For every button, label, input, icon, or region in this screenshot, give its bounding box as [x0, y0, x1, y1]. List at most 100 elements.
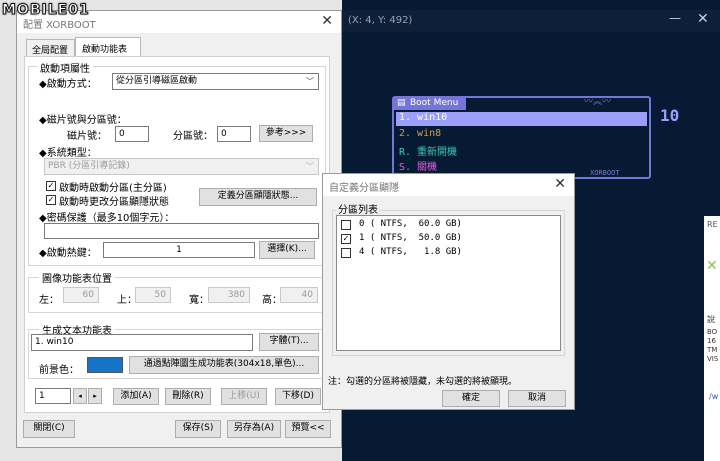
increment-icon[interactable]: ▸: [88, 388, 102, 404]
fragment-text-3: BO 16 TM VIS: [707, 328, 719, 363]
mobile01-logo-text: MOBILE01: [2, 2, 90, 19]
index-input[interactable]: 1: [35, 388, 71, 404]
partition-dialog-title: 自定義分區顯隱: [329, 183, 399, 194]
disk-number-value: 0: [119, 129, 125, 139]
save-button[interactable]: 保存(S): [175, 420, 221, 438]
password-input[interactable]: [44, 223, 319, 239]
tab-boot-menu-label: 啟動功能表: [82, 45, 128, 55]
minimize-icon[interactable]: —: [669, 11, 681, 25]
wave-decoration-icon: 〰︽〰: [584, 97, 612, 107]
decrement-icon[interactable]: ◂: [73, 388, 87, 404]
hotkey-value: 1: [176, 245, 182, 255]
disk-number-input[interactable]: 0: [115, 126, 149, 142]
disk-partition-label: ◆磁片號與分區號：: [39, 115, 127, 126]
disk-number-label: 磁片號：: [67, 131, 107, 142]
width-input[interactable]: 380: [208, 287, 250, 303]
menu-text-value: 1. win10: [35, 337, 74, 347]
hotkey-label: ◆啟動熱鍵：: [39, 248, 97, 259]
change-visibility-label: 啟動時更改分區顯隱狀態: [59, 197, 169, 208]
cancel-button[interactable]: 取消: [508, 390, 566, 407]
reference-button[interactable]: 參考>>>: [259, 125, 313, 142]
index-value: 1: [39, 391, 45, 401]
boot-item-4-label[interactable]: S. 關機: [399, 158, 437, 173]
list-item[interactable]: ✓ 1 ( NTFS, 50.0 GB): [341, 233, 551, 246]
boot-attributes-title: 啟動項屬性: [37, 60, 93, 75]
font-button[interactable]: 字體(T)...: [259, 333, 319, 351]
boot-menu-title: Boot Menu: [410, 98, 459, 108]
boot-item-1[interactable]: 1. win10: [396, 112, 647, 126]
boot-method-select[interactable]: 從分區引導磁區啟動 ﹀: [112, 73, 319, 90]
password-label: ◆密碼保護（最多10個字元）：: [39, 213, 175, 224]
select-hotkey-button[interactable]: 選擇(K)...: [259, 241, 315, 259]
partition-0-label: 0 ( NTFS, 60.0 GB): [359, 219, 462, 229]
activate-partition-checkbox[interactable]: ✓: [46, 181, 56, 191]
partition-1-label: 1 ( NTFS, 50.0 GB): [359, 233, 462, 243]
menu-text-input[interactable]: 1. win10: [31, 334, 253, 351]
system-type-select[interactable]: PBR (分區引導記錄) ﹀: [44, 158, 319, 175]
move-up-button[interactable]: 上移(U): [221, 388, 267, 405]
list-item[interactable]: 4 ( NTFS, 1.8 GB): [341, 247, 551, 260]
partition-number-label: 分區號：: [173, 131, 213, 142]
delete-button[interactable]: 刪除(R): [165, 388, 211, 405]
partition-0-checkbox[interactable]: [341, 220, 351, 230]
close-button[interactable]: 關閉(C): [23, 420, 75, 438]
define-visibility-button[interactable]: 定義分區顯隱狀態...: [199, 188, 317, 206]
tab-global-config[interactable]: 全局配置: [26, 39, 75, 56]
partition-list[interactable]: 0 ( NTFS, 60.0 GB) ✓ 1 ( NTFS, 50.0 GB) …: [336, 215, 561, 351]
system-type-label: ◆系統類型：: [39, 148, 97, 159]
ok-button[interactable]: 確定: [442, 390, 500, 407]
mobile01-logo: MOBILE01: [0, 0, 128, 20]
move-down-button[interactable]: 下移(D): [275, 388, 321, 405]
menu-book-icon: ▤: [397, 98, 406, 108]
list-item[interactable]: 0 ( NTFS, 60.0 GB): [341, 219, 551, 232]
generate-bitmap-menu-button[interactable]: 通過點陣圖生成功能表(304x18,單色)...: [129, 356, 319, 374]
height-value: 40: [301, 290, 313, 300]
system-type-value: PBR (分區引導記錄): [48, 161, 130, 171]
boot-menu-header: ▤ Boot Menu: [394, 98, 466, 110]
partition-2-checkbox[interactable]: [341, 248, 351, 258]
fragment-text-2: 說: [707, 315, 715, 324]
image-position-title: 圖像功能表位置: [39, 270, 115, 285]
coordinate-readout: (X: 4, Y: 492): [348, 15, 413, 26]
close-icon[interactable]: ✕: [554, 176, 566, 192]
x-logo-icon: ✕: [706, 258, 718, 274]
boot-item-2-label[interactable]: 2. win8: [399, 128, 441, 139]
preview-titlebar: (X: 4, Y: 492) — ✕: [342, 10, 720, 32]
foreground-color-swatch[interactable]: [87, 357, 123, 373]
close-icon[interactable]: ✕: [697, 11, 709, 27]
left-label: 左：: [39, 295, 59, 306]
partition-note: 注：勾選的分區將被隱藏，未勾選的將被顯現。: [328, 377, 518, 387]
left-value: 60: [82, 290, 94, 300]
tab-global-config-label: 全局配置: [32, 46, 69, 56]
top-value: 50: [154, 290, 166, 300]
tab-boot-menu[interactable]: 啟動功能表: [75, 37, 141, 57]
height-input[interactable]: 40: [280, 287, 318, 303]
boot-menu-panel: ▤ Boot Menu 〰︽〰 1. win10 2. win8 R. 重新開機…: [392, 96, 651, 179]
boot-item-3-label[interactable]: R. 重新開機: [399, 143, 457, 158]
add-button[interactable]: 添加(A): [113, 388, 159, 405]
close-icon[interactable]: ✕: [321, 13, 333, 29]
preview-button[interactable]: 預覽<<: [285, 420, 331, 438]
config-window: 配置 XORBOOT ✕ 全局配置 啟動功能表 啟動項屬性 ◆啟動方式： 從分區…: [16, 10, 342, 448]
chevron-down-icon: ﹀: [306, 77, 314, 86]
height-label: 高：: [262, 295, 282, 306]
save-as-button[interactable]: 另存為(A): [227, 420, 281, 438]
boot-method-label: ◆啟動方式：: [39, 79, 97, 90]
chevron-down-icon: ﹀: [306, 162, 314, 171]
partition-list-title: 分區列表: [336, 201, 380, 216]
change-visibility-checkbox[interactable]: ✓: [46, 195, 56, 205]
partition-2-label: 4 ( NTFS, 1.8 GB): [359, 247, 462, 257]
partition-dialog-titlebar: 自定義分區顯隱 ✕: [323, 174, 574, 196]
hotkey-input[interactable]: 1: [103, 242, 255, 258]
width-label: 寬：: [189, 295, 209, 306]
top-label: 上：: [117, 295, 137, 306]
fragment-text: RE: [707, 220, 718, 229]
partition-dialog: 自定義分區顯隱 ✕ 分區列表 0 ( NTFS, 60.0 GB) ✓ 1 ( …: [322, 173, 575, 410]
left-input[interactable]: 60: [63, 287, 99, 303]
partition-1-checkbox[interactable]: ✓: [341, 234, 351, 244]
foreground-label: 前景色：: [39, 365, 79, 376]
top-input[interactable]: 50: [135, 287, 171, 303]
boot-footer-text: XORBOOT: [590, 169, 620, 177]
boot-item-1-label: 1. win10: [399, 112, 448, 123]
partition-number-input[interactable]: 0: [217, 126, 251, 142]
